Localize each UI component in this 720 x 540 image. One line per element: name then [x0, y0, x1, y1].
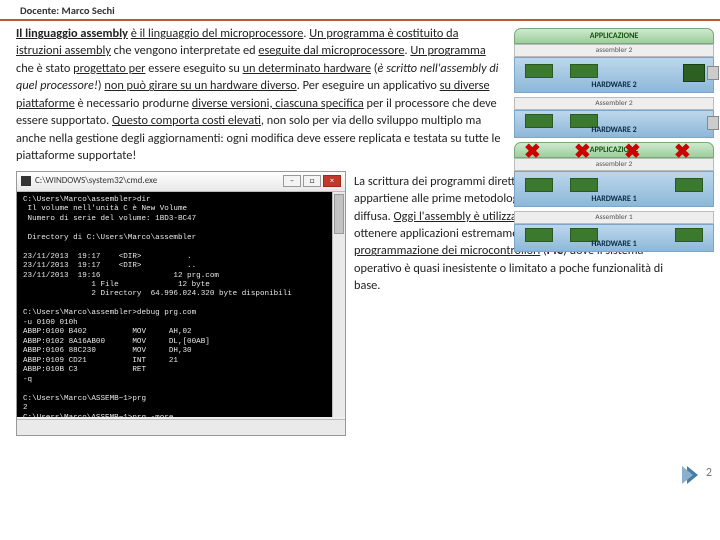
diagram-asm-label: assembler 2 — [514, 44, 714, 57]
terminal-body: C:\Users\Marco\assembler>dir Il volume n… — [17, 192, 345, 417]
hardware-diagram: APPLICAZIONE assembler 2 HARDWARE 2 Asse… — [514, 28, 714, 256]
terminal-titlebar: C:\WINDOWS\system32\cmd.exe – □ × — [17, 172, 345, 192]
terminal-scrollbar-vertical[interactable] — [332, 192, 345, 417]
diagram-hw-label: HARDWARE 2 — [515, 125, 713, 135]
paragraph-1: Il linguaggio assembly è il linguaggio d… — [16, 25, 506, 165]
chip-icon — [570, 178, 598, 192]
minimize-button[interactable]: – — [283, 175, 301, 187]
cmd-icon — [21, 176, 31, 186]
diagram-hw-label: HARDWARE 1 — [515, 239, 713, 249]
diagram-hw-label: HARDWARE 1 — [515, 194, 713, 204]
diagram-hw-label: HARDWARE 2 — [515, 80, 713, 90]
maximize-button[interactable]: □ — [303, 175, 321, 187]
terminal-scrollbar-horizontal[interactable] — [17, 419, 345, 435]
diagram-block-2: APPLICAZIONE assembler 2 HARDWARE 1 ✖ ✖ … — [514, 142, 714, 207]
chip-icon — [525, 178, 553, 192]
diagram-block-1: APPLICAZIONE assembler 2 HARDWARE 2 — [514, 28, 714, 93]
cross-icon: ✖ — [624, 139, 641, 164]
chip-icon — [570, 64, 598, 78]
page-number: 2 — [706, 466, 712, 480]
diagram-block-1b: Assembler 2 HARDWARE 2 — [514, 97, 714, 138]
header-docente: Docente: Marco Sechi — [0, 0, 720, 21]
diagram-asm-label: Assembler 2 — [514, 97, 714, 110]
terminal-title: C:\WINDOWS\system32\cmd.exe — [35, 175, 283, 188]
diagram-hw-2: HARDWARE 1 — [514, 171, 714, 207]
scrollbar-thumb[interactable] — [334, 194, 344, 234]
cross-icon: ✖ — [574, 139, 591, 164]
diagram-app-label: APPLICAZIONE — [514, 28, 714, 44]
cross-icon: ✖ — [674, 139, 691, 164]
chip-icon — [525, 64, 553, 78]
diagram-hw-2b: HARDWARE 1 — [514, 224, 714, 252]
port-icon — [707, 66, 719, 80]
close-button[interactable]: × — [323, 175, 341, 187]
terminal-window: C:\WINDOWS\system32\cmd.exe – □ × C:\Use… — [16, 171, 346, 436]
chip-icon — [675, 178, 703, 192]
cross-icon: ✖ — [524, 139, 541, 164]
diagram-hw-1b: HARDWARE 2 — [514, 110, 714, 138]
diagram-block-2b: Assembler 1 HARDWARE 1 — [514, 211, 714, 252]
next-chevron-icon[interactable] — [687, 466, 698, 484]
diagram-asm-label: Assembler 1 — [514, 211, 714, 224]
diagram-hw-1: HARDWARE 2 — [514, 57, 714, 93]
